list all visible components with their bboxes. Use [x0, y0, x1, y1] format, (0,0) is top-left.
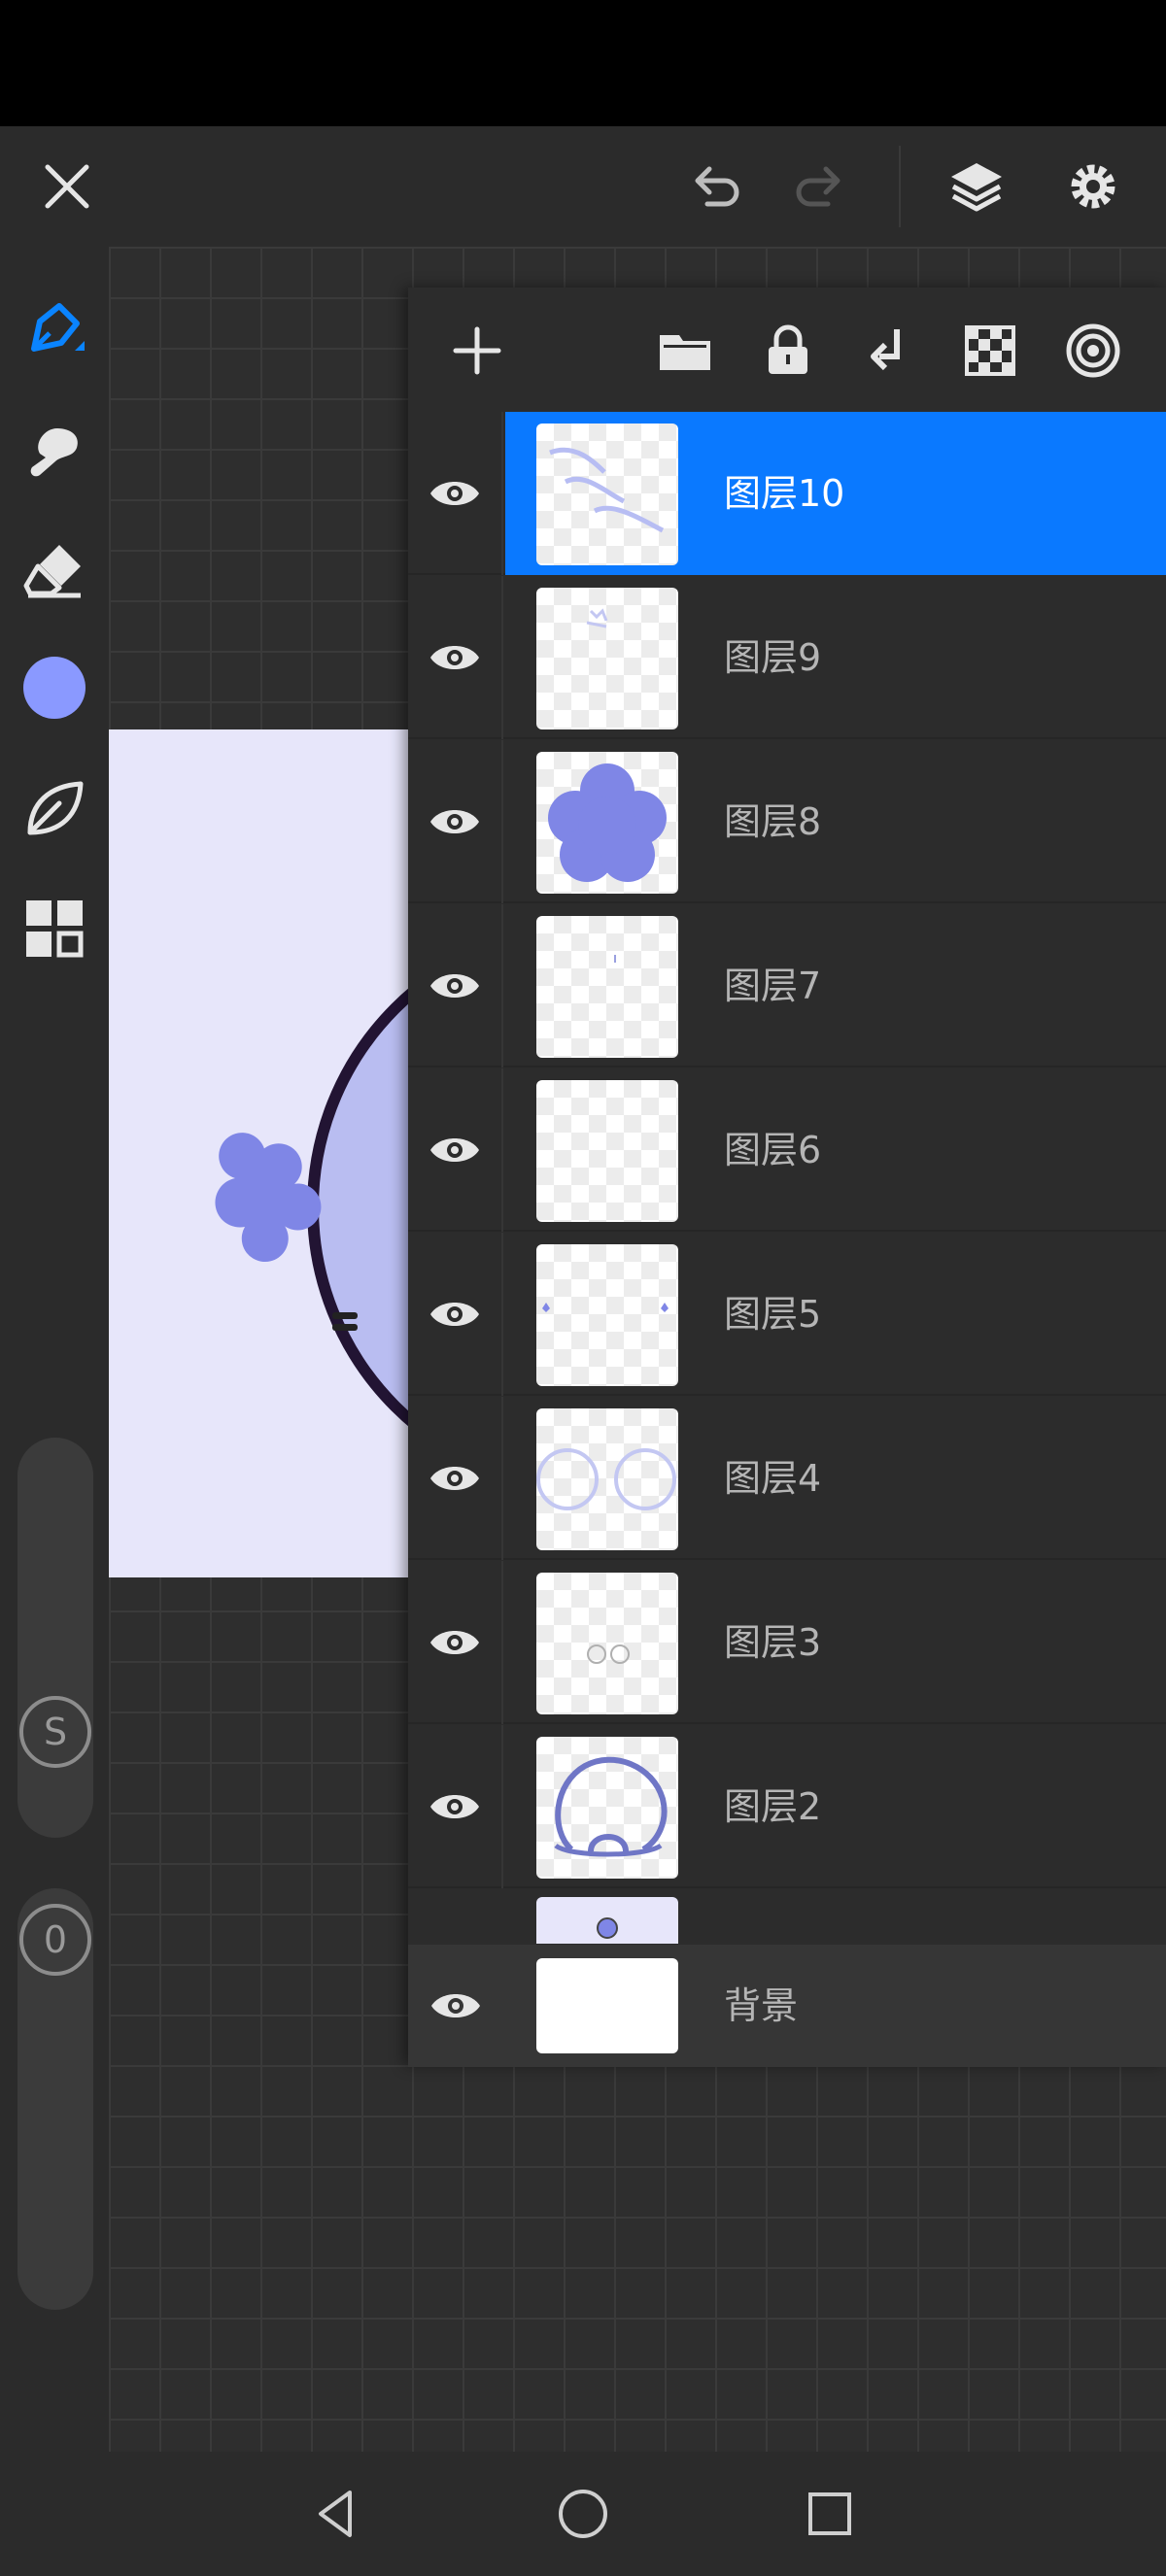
eye-icon	[430, 974, 479, 998]
layer-row[interactable]: 图层3	[408, 1561, 1166, 1724]
smudge-icon[interactable]	[14, 408, 95, 490]
layer-row[interactable]: 图层6	[408, 1068, 1166, 1232]
layer-name: 图层8	[724, 800, 822, 843]
visibility-toggle[interactable]	[408, 904, 503, 1068]
layer-thumbnail	[536, 1244, 678, 1386]
color-swatch[interactable]	[14, 647, 95, 729]
home-nav-icon[interactable]	[544, 2475, 622, 2553]
eye-icon	[430, 646, 479, 669]
layer-select[interactable]: 图层4	[505, 1397, 1166, 1560]
settings-icon[interactable]	[1049, 143, 1137, 230]
layer-thumbnail	[536, 1408, 678, 1550]
brush-size-handle[interactable]: S	[19, 1696, 91, 1768]
layer-select[interactable]: 图层3	[505, 1561, 1166, 1724]
folder-icon[interactable]	[651, 317, 719, 385]
layer-name: 图层4	[724, 1457, 822, 1500]
tool-sidebar: S 0	[0, 247, 109, 2452]
visibility-toggle[interactable]	[408, 1945, 503, 2067]
layer-select[interactable]: 图层5	[505, 1233, 1166, 1396]
target-icon[interactable]	[1059, 317, 1127, 385]
system-nav-bar	[0, 2452, 1166, 2576]
brush-size-slider[interactable]	[17, 1438, 93, 1838]
eye-icon	[430, 1303, 479, 1326]
layer-name: 图层7	[724, 965, 822, 1007]
background-layer-row[interactable]: 背景	[408, 1945, 1166, 2067]
toolbar-divider	[899, 146, 901, 227]
layer-thumbnail	[536, 1737, 678, 1879]
visibility-toggle[interactable]	[408, 1725, 503, 1888]
visibility-toggle[interactable]	[408, 576, 503, 739]
layers-icon[interactable]	[933, 143, 1020, 230]
eraser-icon[interactable]	[14, 528, 95, 610]
layer-thumbnail	[536, 1958, 678, 2053]
close-icon[interactable]	[23, 143, 111, 230]
layer-select[interactable]: 图层8	[505, 740, 1166, 903]
layer-name: 图层9	[724, 636, 822, 679]
layer-row[interactable]: 图层5	[408, 1233, 1166, 1396]
layer-row[interactable]: 图层2	[408, 1725, 1166, 1888]
add-layer-icon[interactable]	[443, 317, 511, 385]
layer-thumbnail	[536, 1573, 678, 1714]
layer-row[interactable]: 图层10	[408, 412, 1166, 575]
layer-name: 图层2	[724, 1785, 822, 1828]
layer-name: 图层10	[724, 472, 845, 515]
layer-name: 图层5	[724, 1293, 822, 1336]
visibility-toggle[interactable]	[408, 1561, 503, 1724]
layer-select[interactable]: 图层7	[505, 904, 1166, 1068]
undo-icon[interactable]	[673, 143, 761, 230]
layer-select[interactable]: 图层9	[505, 576, 1166, 739]
visibility-toggle[interactable]	[408, 740, 503, 903]
layer-name: 图层3	[724, 1621, 822, 1664]
status-bar	[0, 0, 1166, 126]
lock-icon[interactable]	[754, 317, 822, 385]
leaf-icon[interactable]	[14, 767, 95, 849]
layers-panel: 图层10 图层9 图层8 图层7 图层6 图层5 图层4 图层3 图层2 背景	[408, 288, 1166, 2067]
pen-icon[interactable]	[14, 288, 95, 369]
layer-thumbnail	[536, 916, 678, 1058]
layer-thumbnail	[536, 424, 678, 565]
eye-icon	[430, 1138, 479, 1162]
grid-icon[interactable]	[14, 888, 95, 969]
layer-row-partial[interactable]	[408, 1889, 1166, 1944]
layer-row[interactable]: 图层7	[408, 904, 1166, 1068]
eye-icon	[430, 810, 479, 833]
recents-nav-icon[interactable]	[791, 2475, 869, 2553]
layer-select[interactable]: 图层10	[505, 412, 1166, 575]
layer-thumbnail	[536, 588, 678, 729]
eye-icon	[430, 1467, 479, 1490]
visibility-toggle[interactable]	[408, 412, 503, 575]
eye-icon	[430, 1631, 479, 1654]
layer-name: 图层6	[724, 1129, 822, 1171]
layer-thumbnail	[536, 1080, 678, 1222]
eye-icon	[431, 1994, 480, 2017]
back-nav-icon[interactable]	[297, 2475, 375, 2553]
layer-name: 背景	[724, 1984, 799, 2027]
visibility-toggle[interactable]	[408, 1233, 503, 1396]
layer-thumbnail	[536, 1897, 678, 1944]
layer-row[interactable]: 图层8	[408, 740, 1166, 903]
redo-icon[interactable]	[774, 143, 862, 230]
layer-select[interactable]: 图层2	[505, 1725, 1166, 1888]
eye-icon	[430, 482, 479, 505]
layer-row[interactable]: 图层9	[408, 576, 1166, 739]
eye-icon	[430, 1795, 479, 1818]
top-bar	[0, 126, 1166, 247]
layers-toolbar	[408, 288, 1166, 414]
layer-select[interactable]: 图层6	[505, 1068, 1166, 1232]
layer-thumbnail	[536, 752, 678, 894]
layer-row[interactable]: 图层4	[408, 1397, 1166, 1560]
transparency-icon[interactable]	[956, 317, 1024, 385]
opacity-handle[interactable]: 0	[19, 1904, 91, 1976]
merge-down-icon[interactable]	[855, 317, 923, 385]
visibility-toggle[interactable]	[408, 1397, 503, 1560]
visibility-toggle[interactable]	[408, 1068, 503, 1232]
